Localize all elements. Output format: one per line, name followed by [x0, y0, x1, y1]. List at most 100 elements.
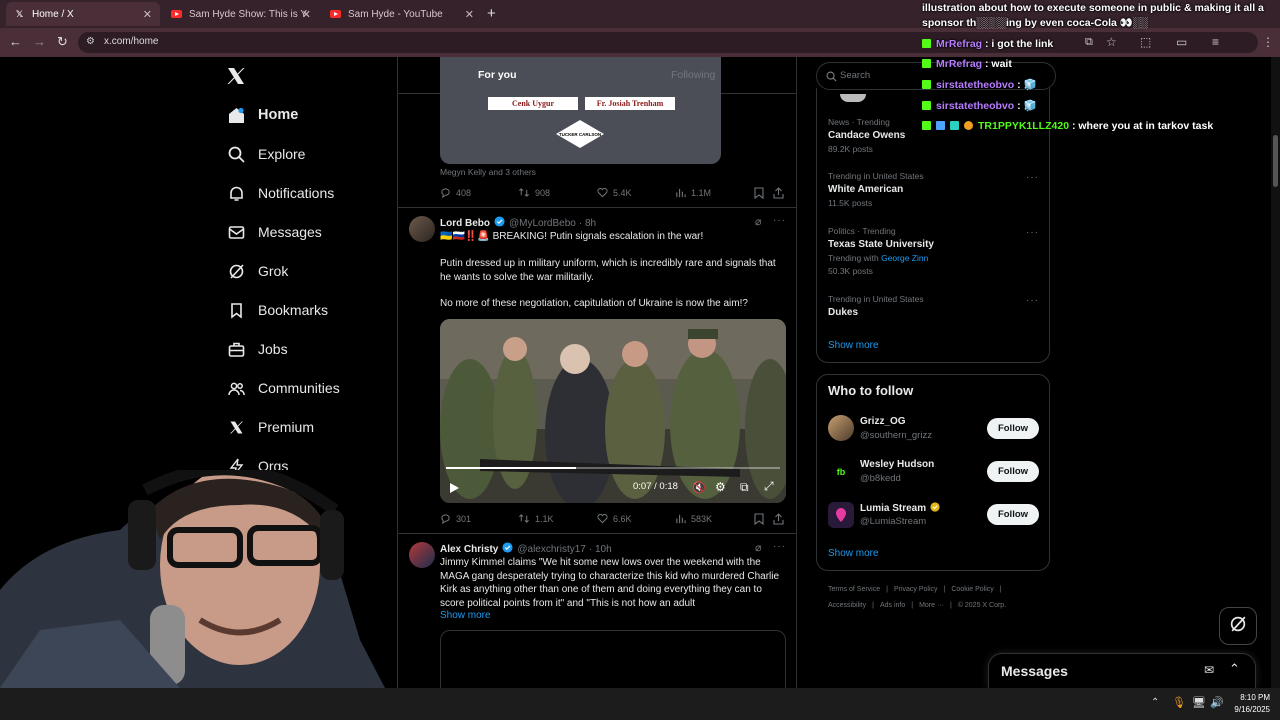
close-icon[interactable]: ✕ — [143, 8, 152, 21]
more-options-icon[interactable]: ··· — [773, 215, 786, 226]
reply-button[interactable]: 301 — [440, 513, 471, 524]
back-arrow-icon[interactable]: ← — [9, 34, 22, 49]
new-tab-button[interactable]: + — [487, 5, 496, 22]
user-handle[interactable]: @southern_grizz — [860, 430, 932, 441]
play-icon[interactable] — [449, 481, 460, 499]
taskbar-date[interactable]: 9/16/2025 — [1226, 705, 1270, 714]
sidepanel-icon[interactable]: ▭ — [1176, 35, 1187, 49]
sidebar-item-explore[interactable]: Explore — [227, 145, 305, 163]
volume-icon[interactable]: 🔊 — [1210, 696, 1224, 709]
like-button[interactable]: 6.6K — [597, 513, 632, 524]
chevron-up-icon[interactable]: ⌃ — [1229, 661, 1240, 677]
menu-dots-icon[interactable]: ⋮ — [1262, 35, 1274, 49]
more-options-icon[interactable]: ··· — [773, 541, 786, 552]
author-name[interactable]: Lord Bebo — [440, 218, 490, 229]
reload-icon[interactable]: ↻ — [57, 34, 68, 50]
taskbar-time[interactable]: 8:10 PM — [1230, 693, 1270, 702]
author-handle[interactable]: @MyLordBebo — [509, 218, 576, 229]
address-bar[interactable] — [78, 32, 1258, 53]
trend-with-link[interactable]: George Zinn — [881, 253, 928, 263]
bookmark-star-icon[interactable]: ☆ — [1106, 35, 1117, 49]
grok-icon[interactable]: ⌀ — [755, 541, 762, 554]
sidebar-item-messages[interactable]: Messages — [227, 223, 322, 241]
repost-button[interactable]: 908 — [518, 187, 550, 198]
grok-floating-button[interactable] — [1219, 607, 1257, 645]
tweet-video[interactable]: 0:07 / 0:18 🔇 ⚙ ⧉ ⤢ — [440, 319, 786, 503]
views-button[interactable]: 583K — [675, 513, 712, 524]
follow-button[interactable]: Follow — [987, 504, 1039, 525]
user-handle[interactable]: @LumiaStream — [860, 516, 926, 527]
show-more-link[interactable]: Show more — [440, 610, 491, 621]
follow-button[interactable]: Follow — [987, 418, 1039, 439]
forward-arrow-icon[interactable]: → — [33, 34, 46, 49]
extensions-icon[interactable]: ⬚ — [1140, 35, 1151, 49]
close-icon[interactable]: ✕ — [465, 8, 474, 21]
grok-icon[interactable]: ⌀ — [755, 215, 762, 228]
footer-link[interactable]: Privacy Policy — [894, 586, 938, 593]
tab-following[interactable]: Following — [671, 69, 715, 81]
microphone-icon[interactable]: 🎙 — [1172, 696, 1186, 709]
liked-by-text[interactable]: Megyn Kelly and 3 others — [440, 167, 536, 177]
cast-icon[interactable]: ⧉ — [1085, 36, 1093, 49]
footer-link[interactable]: More ··· — [919, 602, 944, 609]
tab-for-you[interactable]: For you — [478, 69, 542, 81]
chevron-up-icon[interactable]: ⌃ — [1151, 697, 1159, 708]
author-handle[interactable]: @alexchristy17 — [517, 544, 586, 555]
author-name[interactable]: Alex Christy — [440, 544, 498, 555]
site-info-icon[interactable]: ⚙ — [86, 36, 95, 47]
tab-sam-hyde-show[interactable]: Sam Hyde Show: This is You - Y ✕ — [163, 2, 319, 26]
settings-gear-icon[interactable]: ⚙ — [715, 480, 726, 494]
trend-item[interactable]: Trending in United States Dukes — [828, 294, 924, 318]
tweet-time[interactable]: · 10h — [589, 544, 612, 555]
fullscreen-icon[interactable]: ⤢ — [764, 479, 774, 494]
mute-icon[interactable]: 🔇 — [692, 481, 706, 494]
scrollbar-thumb[interactable] — [1273, 135, 1278, 187]
bookmark-icon[interactable] — [754, 512, 764, 530]
network-icon[interactable]: 🖥 — [1192, 696, 1206, 709]
picture-in-picture-icon[interactable]: ⧉ — [740, 480, 749, 495]
follow-button[interactable]: Follow — [987, 461, 1039, 482]
trend-item[interactable]: Politics · Trending Texas State Universi… — [828, 226, 934, 276]
avatar[interactable] — [409, 542, 435, 568]
trend-item[interactable]: News · Trending Candace Owens 89.2K post… — [828, 117, 905, 154]
sidebar-item-home[interactable]: Home — [227, 106, 298, 124]
user-name[interactable]: Lumia Stream — [860, 503, 926, 514]
user-name[interactable]: Grizz_OG — [860, 416, 906, 427]
x-logo-icon[interactable] — [226, 66, 246, 91]
sidebar-item-notifications[interactable]: Notifications — [227, 184, 334, 202]
sidebar-item-grok[interactable]: Grok — [227, 262, 288, 280]
trends-show-more-link[interactable]: Show more — [828, 340, 879, 351]
user-name[interactable]: Wesley Hudson — [860, 459, 934, 470]
media-icon[interactable]: ≡ — [1212, 35, 1219, 49]
sidebar-item-jobs[interactable]: Jobs — [227, 340, 288, 358]
more-options-icon[interactable]: ··· — [1026, 227, 1039, 238]
tweet-media-card[interactable] — [440, 630, 786, 688]
repost-button[interactable]: 1.1K — [518, 513, 554, 524]
bookmark-icon[interactable] — [754, 186, 764, 204]
views-button[interactable]: 1.1M — [675, 187, 711, 198]
avatar[interactable] — [409, 216, 435, 242]
share-icon[interactable] — [773, 512, 784, 530]
sidebar-item-communities[interactable]: Communities — [227, 379, 340, 397]
tab-sam-hyde-youtube[interactable]: Sam Hyde - YouTube ✕ — [322, 2, 482, 26]
url-text[interactable]: x.com/home — [104, 36, 158, 47]
user-handle[interactable]: @b8kedd — [860, 473, 901, 484]
tweet-time[interactable]: · 8h — [579, 218, 596, 229]
messages-drawer[interactable]: Messages ✉ ⌃ — [988, 653, 1256, 689]
new-message-icon[interactable]: ✉ — [1204, 663, 1214, 677]
avatar[interactable] — [828, 415, 854, 441]
tab-home-x[interactable]: 𝕏 Home / X ✕ — [6, 2, 160, 26]
avatar[interactable] — [828, 502, 854, 528]
footer-link[interactable]: Ads info — [880, 602, 905, 609]
reply-button[interactable]: 408 — [440, 187, 471, 198]
share-icon[interactable] — [773, 186, 784, 204]
footer-link[interactable]: Terms of Service — [828, 586, 880, 593]
sidebar-item-bookmarks[interactable]: Bookmarks — [227, 301, 328, 319]
close-icon[interactable]: ✕ — [302, 8, 311, 21]
more-options-icon[interactable]: ··· — [1026, 172, 1039, 183]
avatar[interactable]: fb — [828, 459, 854, 485]
trend-item[interactable]: Trending in United States White American… — [828, 171, 924, 208]
like-button[interactable]: 5.4K — [597, 187, 632, 198]
footer-link[interactable]: Accessibility — [828, 602, 866, 609]
sidebar-item-premium[interactable]: Premium — [227, 418, 314, 436]
